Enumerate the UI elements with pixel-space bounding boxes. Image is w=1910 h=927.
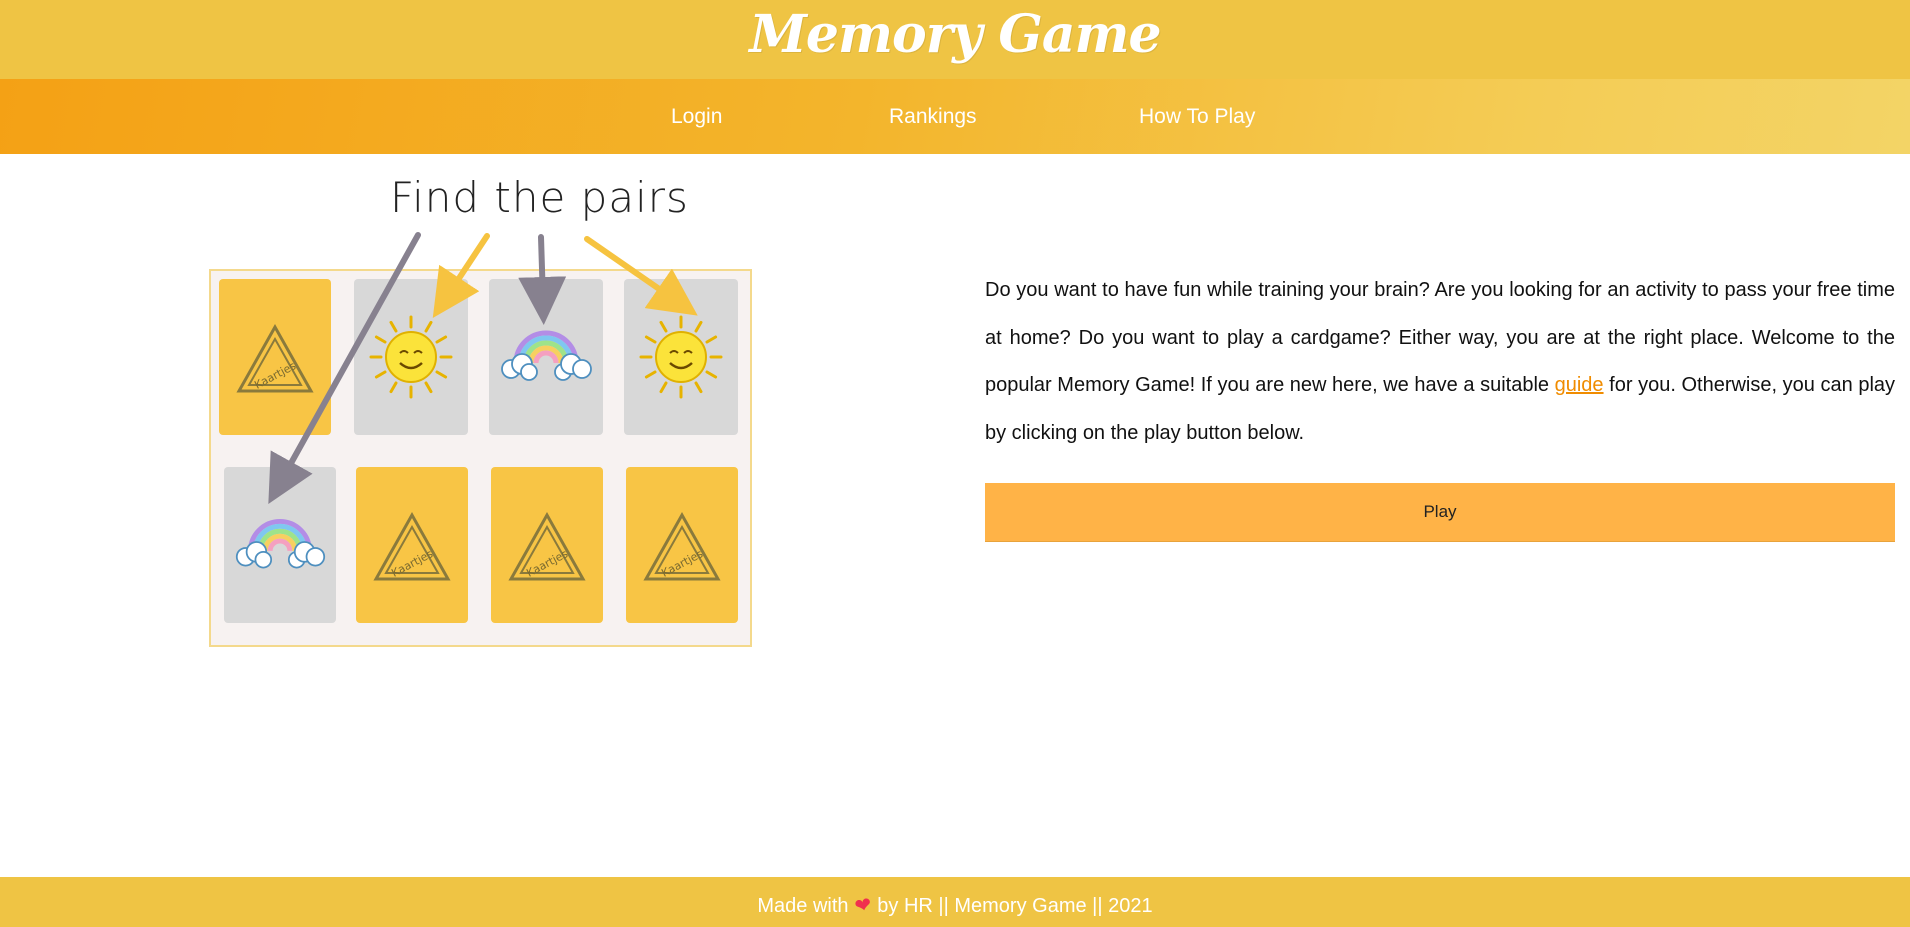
card-face (354, 279, 468, 435)
heart-icon: ❤ (852, 893, 874, 919)
sun-icon (369, 315, 453, 399)
card-face (224, 467, 336, 623)
title-bar: Memory Game (0, 0, 1910, 79)
footer: Made with ❤ by HR || Memory Game || 2021 (0, 877, 1910, 927)
rainbow-icon (235, 519, 326, 569)
svg-text:Kaartjes: Kaartjes (389, 547, 435, 580)
svg-text:Kaartjes: Kaartjes (252, 359, 298, 392)
svg-text:Kaartjes: Kaartjes (524, 547, 570, 580)
nav-login-link[interactable]: Login (671, 105, 722, 129)
nav-how-to-play-link[interactable]: How To Play (1139, 105, 1255, 129)
guide-link[interactable]: guide (1555, 374, 1604, 396)
triangle-logo-icon: Kaartjes (236, 323, 314, 393)
card-face (624, 279, 738, 435)
svg-text:Kaartjes: Kaartjes (659, 547, 705, 580)
nav-rankings-link[interactable]: Rankings (889, 105, 977, 129)
intro-paragraph: Do you want to have fun while training y… (985, 267, 1895, 457)
card-board: Kaartjes Kaartjes Kaartjes Kaartjes (209, 269, 752, 647)
rainbow-icon (501, 330, 592, 381)
triangle-logo-icon: Kaartjes (643, 511, 721, 581)
footer-made-with: Made with (757, 895, 849, 917)
nav-bar: Login Rankings How To Play (0, 79, 1910, 154)
find-pairs-illustration: Find the pairs Kaartjes Kaartjes Kaartjes K… (200, 165, 760, 655)
card-back: Kaartjes (356, 467, 468, 623)
sun-icon (639, 315, 723, 399)
footer-credits: by HR || Memory Game || 2021 (877, 895, 1153, 917)
card-back: Kaartjes (491, 467, 603, 623)
play-button[interactable]: Play (985, 483, 1895, 542)
triangle-logo-icon: Kaartjes (373, 511, 451, 581)
card-back: Kaartjes (219, 279, 331, 435)
triangle-logo-icon: Kaartjes (508, 511, 586, 581)
find-pairs-caption: Find the pairs (390, 173, 689, 222)
card-face (489, 279, 603, 435)
card-back: Kaartjes (626, 467, 738, 623)
site-title: Memory Game (749, 4, 1161, 65)
